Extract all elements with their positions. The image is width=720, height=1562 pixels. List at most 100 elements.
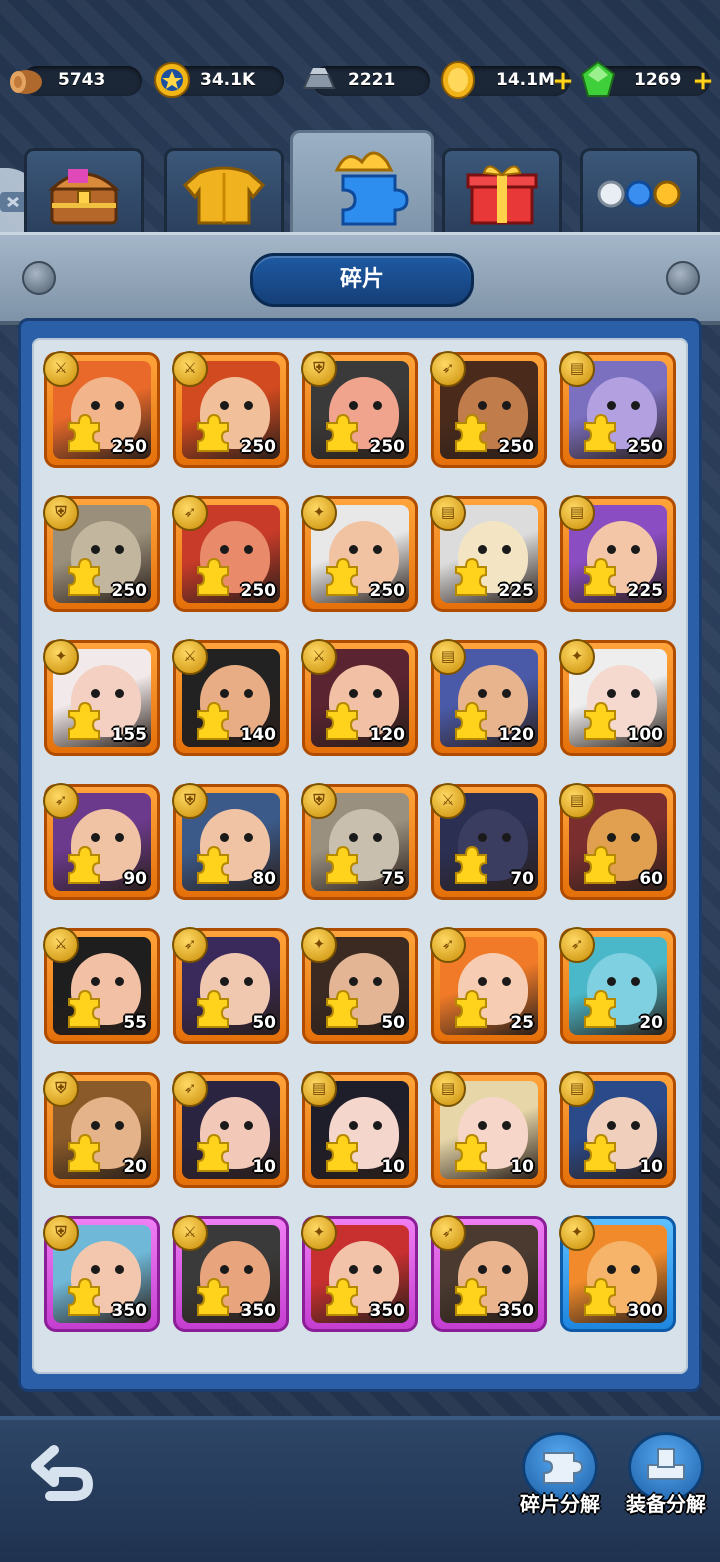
- fragment-count: 350: [111, 1301, 148, 1321]
- puzzle-piece-icon: [455, 1133, 487, 1172]
- puzzle-piece-icon: [326, 557, 358, 596]
- hero-fragment-card[interactable]: 10 ➶: [172, 1071, 289, 1188]
- hero-eye: [244, 833, 253, 842]
- hero-fragment-card[interactable]: 120 ⚔: [301, 639, 418, 756]
- add-coins-button[interactable]: +: [552, 68, 574, 94]
- fragment-decompose-label: 碎片分解: [520, 1492, 600, 1516]
- shield-class-icon: ⛨: [172, 783, 208, 819]
- hero-eye: [502, 1121, 511, 1130]
- resource-gems[interactable]: 1269 +: [580, 60, 714, 97]
- hero-fragment-card[interactable]: 60 ▤: [559, 783, 676, 900]
- add-gems-button[interactable]: +: [692, 68, 714, 94]
- tab-chest[interactable]: [24, 148, 144, 237]
- fragment-count: 250: [498, 437, 535, 457]
- hero-eye: [220, 977, 229, 986]
- hero-eye: [478, 401, 487, 410]
- hero-eye: [115, 977, 124, 986]
- hero-fragment-card[interactable]: 250 ▤: [559, 351, 676, 468]
- hero-fragment-card[interactable]: 75 ⛨: [301, 783, 418, 900]
- hero-eye: [91, 689, 100, 698]
- hero-fragment-card[interactable]: 250 ⛨: [43, 495, 160, 612]
- tab-orbs[interactable]: [580, 148, 700, 237]
- hero-fragment-card[interactable]: 25 ➶: [430, 927, 547, 1044]
- hero-eye: [244, 689, 253, 698]
- hero-eye: [91, 545, 100, 554]
- hero-eye: [631, 689, 640, 698]
- hero-fragment-card[interactable]: 100 ✦: [559, 639, 676, 756]
- hero-fragment-card[interactable]: 50 ✦: [301, 927, 418, 1044]
- hero-fragment-card[interactable]: 250 ⛨: [301, 351, 418, 468]
- hero-fragment-card[interactable]: 225 ▤: [559, 495, 676, 612]
- shield-class-icon: ⛨: [43, 495, 79, 531]
- hero-fragment-card[interactable]: 140 ⚔: [172, 639, 289, 756]
- hero-fragment-card[interactable]: 50 ➶: [172, 927, 289, 1044]
- hero-eye: [631, 977, 640, 986]
- fragment-count: 350: [498, 1301, 535, 1321]
- hero-eye: [373, 401, 382, 410]
- hero-eye: [373, 1265, 382, 1274]
- fragment-decompose-button[interactable]: 碎片分解: [508, 1432, 612, 1516]
- sword-class-icon: ⚔: [172, 1215, 208, 1251]
- bottom-bar: [0, 1416, 720, 1562]
- hero-fragment-card[interactable]: 10 ▤: [430, 1071, 547, 1188]
- hero-fragment-card[interactable]: 80 ⛨: [172, 783, 289, 900]
- hero-fragment-card[interactable]: 20 ➶: [559, 927, 676, 1044]
- hero-fragment-card[interactable]: 250 ✦: [301, 495, 418, 612]
- puzzle-piece-icon: [197, 557, 229, 596]
- book-class-icon: ▤: [301, 1071, 337, 1107]
- hero-fragment-card[interactable]: 90 ➶: [43, 783, 160, 900]
- hero-fragment-card[interactable]: 350 ✦: [301, 1215, 418, 1332]
- tab-fragments[interactable]: [290, 130, 434, 237]
- bow-class-icon: ➶: [430, 351, 466, 387]
- hero-fragment-card[interactable]: 120 ▤: [430, 639, 547, 756]
- hero-fragment-card[interactable]: 250 ⚔: [172, 351, 289, 468]
- bow-class-icon: ➶: [430, 927, 466, 963]
- hero-eye: [220, 1265, 229, 1274]
- page-title: 碎片: [250, 253, 474, 307]
- hero-fragment-card[interactable]: 70 ⚔: [430, 783, 547, 900]
- hero-fragment-card[interactable]: 300 ✦: [559, 1215, 676, 1332]
- tab-armor[interactable]: [164, 148, 284, 237]
- hero-fragment-card[interactable]: 10 ▤: [301, 1071, 418, 1188]
- book-class-icon: ▤: [559, 351, 595, 387]
- puzzle-piece-icon: [326, 845, 358, 884]
- hero-fragment-card[interactable]: 155 ✦: [43, 639, 160, 756]
- equipment-decompose-button[interactable]: 装备分解: [614, 1432, 718, 1516]
- hero-eye: [91, 1121, 100, 1130]
- book-class-icon: ▤: [559, 1071, 595, 1107]
- fragment-count: 250: [240, 437, 277, 457]
- hero-fragment-card[interactable]: 350 ⛨: [43, 1215, 160, 1332]
- hero-fragment-card[interactable]: 350 ⚔: [172, 1215, 289, 1332]
- puzzle-piece-icon: [584, 845, 616, 884]
- bow-class-icon: ➶: [172, 927, 208, 963]
- puzzle-piece-icon: [455, 413, 487, 452]
- hero-fragment-card[interactable]: 10 ▤: [559, 1071, 676, 1188]
- hero-fragment-card[interactable]: 250 ⚔: [43, 351, 160, 468]
- hero-fragment-card[interactable]: 20 ⛨: [43, 1071, 160, 1188]
- hero-eye: [349, 401, 358, 410]
- back-button[interactable]: [30, 1442, 100, 1506]
- hero-fragment-card[interactable]: 225 ▤: [430, 495, 547, 612]
- book-class-icon: ▤: [430, 1071, 466, 1107]
- bolt-icon: [22, 261, 56, 295]
- hero-fragment-card[interactable]: 250 ➶: [430, 351, 547, 468]
- hero-eye: [607, 1121, 616, 1130]
- puzzle-piece-icon: [455, 701, 487, 740]
- hero-eye: [244, 1121, 253, 1130]
- puzzle-piece-icon: [197, 989, 229, 1028]
- resource-coins[interactable]: 14.1M +: [441, 61, 574, 99]
- hero-fragment-card[interactable]: 250 ➶: [172, 495, 289, 612]
- bow-class-icon: ➶: [172, 495, 208, 531]
- puzzle-piece-icon: [197, 413, 229, 452]
- tab-gifts[interactable]: [442, 148, 562, 237]
- bow-class-icon: ➶: [559, 927, 595, 963]
- hero-eye: [349, 833, 358, 842]
- hero-fragment-card[interactable]: 350 ➶: [430, 1215, 547, 1332]
- hero-eye: [115, 545, 124, 554]
- armor-icon: [182, 166, 266, 225]
- staff-class-icon: ✦: [301, 1215, 337, 1251]
- hero-fragment-card[interactable]: 55 ⚔: [43, 927, 160, 1044]
- puzzle-piece-icon: [326, 1133, 358, 1172]
- hero-eye: [373, 689, 382, 698]
- hero-eye: [373, 833, 382, 842]
